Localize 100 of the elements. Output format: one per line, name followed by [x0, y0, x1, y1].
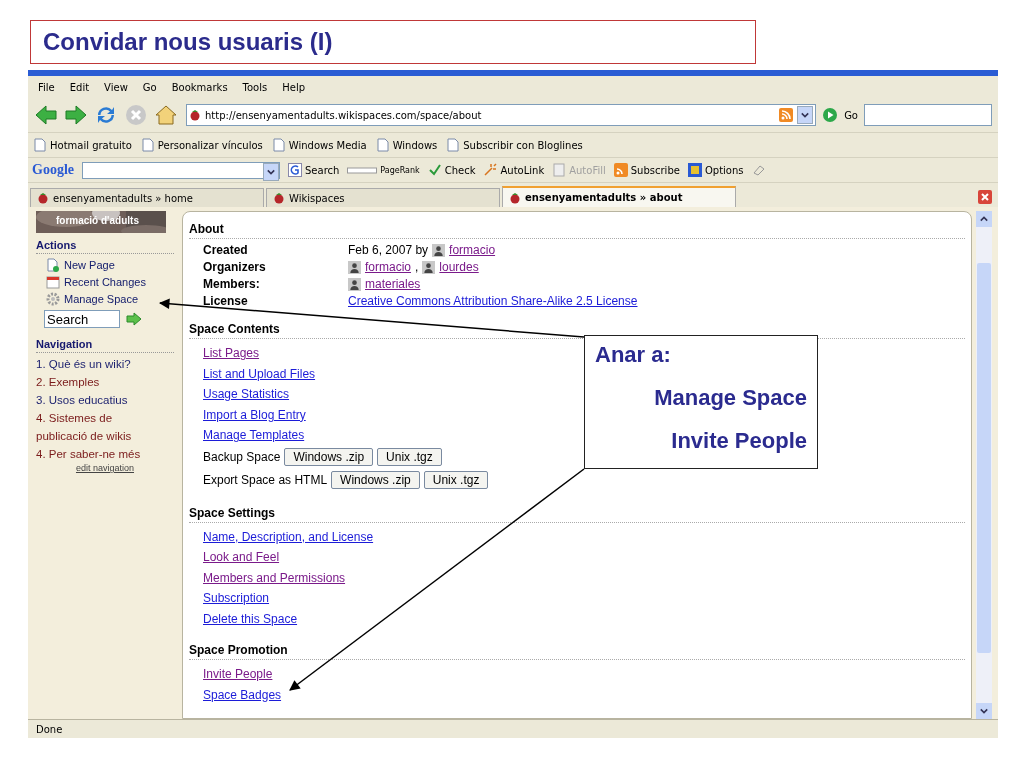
field-label: License — [203, 294, 249, 308]
strawberry-icon — [189, 109, 201, 121]
navigation-link[interactable]: 3. Usos educatius — [36, 391, 174, 409]
user-link[interactable]: lourdes — [439, 260, 479, 274]
menu-item[interactable]: Edit — [69, 81, 90, 93]
settings-link[interactable]: List Pages — [203, 346, 260, 361]
caret-icon — [801, 111, 810, 119]
settings-link[interactable]: Subscription — [203, 591, 270, 606]
callout-text: Invite People — [670, 428, 807, 454]
page-icon — [376, 138, 389, 152]
checkmark-icon — [427, 163, 442, 177]
toolbar-button[interactable]: Subscribe — [613, 163, 680, 177]
toolbar-button[interactable]: Search — [288, 163, 340, 177]
feed-icon[interactable] — [779, 108, 794, 122]
navigation-link[interactable]: 4. Per saber-ne més — [36, 445, 174, 463]
strawberry-icon — [273, 192, 285, 204]
settings-link[interactable]: Invite People — [203, 667, 273, 682]
home-icon[interactable] — [154, 103, 178, 127]
section-heading: Space Settings — [189, 497, 965, 523]
address-field[interactable]: http://ensenyamentadults.wikispaces.com/space/about — [186, 104, 817, 126]
caret-icon[interactable] — [980, 215, 988, 223]
page-icon — [447, 138, 460, 152]
toolbar-button[interactable]: PageRank — [347, 165, 420, 175]
slide-title: Convidar nous usuaris (I) — [30, 20, 756, 64]
menu-item[interactable]: View — [104, 81, 128, 93]
browser-tab[interactable]: ensenyamentadults » home — [30, 188, 264, 207]
user-link[interactable]: formacio — [365, 260, 411, 274]
menu-item[interactable]: Go — [142, 81, 157, 93]
sidebar-heading: Actions — [36, 239, 174, 254]
settings-link[interactable]: Name, Description, and License — [203, 529, 374, 544]
download-button[interactable]: Windows .zip — [284, 448, 374, 466]
eraser-icon[interactable] — [751, 163, 766, 177]
page-icon — [272, 138, 285, 152]
strawberry-icon — [509, 191, 521, 204]
download-button[interactable]: Windows .zip — [331, 471, 420, 489]
settings-link[interactable]: List and Upload Files — [203, 366, 316, 381]
close-icon[interactable] — [978, 190, 992, 204]
forward-icon[interactable] — [64, 103, 88, 127]
settings-link[interactable]: Usage Statistics — [203, 387, 290, 402]
field-label: Organizers — [203, 260, 267, 274]
settings-link[interactable]: Import a Blog Entry — [203, 407, 306, 422]
status-text: Done — [36, 723, 63, 735]
bookmark-item[interactable]: Hotmail gratuito — [34, 138, 132, 152]
settings-link[interactable]: Delete this Space — [203, 611, 298, 626]
bookmark-item[interactable]: Subscribir con Bloglines — [447, 138, 583, 152]
bookmark-item[interactable]: Windows Media — [272, 138, 367, 152]
caret-icon[interactable] — [267, 167, 275, 176]
toolbar-button[interactable]: Check — [427, 163, 476, 177]
sidebar-heading: Navigation — [36, 338, 174, 353]
calendar-icon — [46, 274, 60, 289]
navigation-link[interactable]: 4. Sistemes de publicació de wikis — [36, 409, 174, 445]
menu-item[interactable]: Help — [282, 81, 306, 93]
settings-link[interactable]: Space Badges — [203, 687, 282, 702]
user-icon — [348, 277, 361, 291]
toolbar-button[interactable]: AutoLink — [483, 163, 545, 177]
caret-icon[interactable] — [980, 707, 988, 715]
strawberry-icon — [37, 192, 49, 204]
sidebar-link[interactable]: Manage Space — [64, 292, 138, 305]
page-icon — [34, 138, 46, 152]
go-button[interactable]: Go — [844, 109, 858, 121]
settings-link[interactable]: Look and Feel — [203, 550, 280, 565]
menu-item[interactable]: Tools — [242, 81, 268, 93]
user-icon — [348, 260, 361, 274]
search-field[interactable]: Search — [44, 310, 120, 328]
wand-icon — [483, 163, 498, 177]
field-label: Members: — [203, 277, 261, 291]
bookmark-item[interactable]: Windows — [376, 138, 438, 152]
bookmark-item[interactable]: Personalizar vínculos — [141, 138, 263, 152]
dropdown-button[interactable] — [797, 106, 814, 124]
toolbar-search-field[interactable] — [82, 161, 280, 179]
field-value: Feb 6, 2007 by — [348, 243, 429, 257]
new-page-icon — [46, 257, 60, 272]
back-icon[interactable] — [34, 103, 58, 127]
logo-text: formació d'adults — [56, 215, 139, 226]
sidebar-link[interactable]: Recent Changes — [64, 275, 146, 288]
go-icon[interactable] — [822, 107, 839, 123]
navigation-link[interactable]: 1. Què és un wiki? — [36, 355, 174, 373]
download-button[interactable]: Unix .tgz — [423, 471, 489, 489]
arrow-icon[interactable] — [126, 312, 142, 326]
scrollbar[interactable] — [976, 211, 992, 719]
toolbar-button[interactable]: Options — [687, 163, 744, 177]
settings-link[interactable]: Members and Permissions — [203, 570, 346, 585]
toolbar-logo[interactable]: Google — [32, 162, 74, 178]
download-button[interactable]: Unix .tgz — [377, 448, 442, 466]
sidebar-link[interactable]: New Page — [64, 258, 115, 271]
settings-link[interactable]: Manage Templates — [203, 428, 305, 443]
stop-icon[interactable] — [124, 103, 148, 127]
edit-navigation-link[interactable]: edit navigation — [75, 463, 134, 473]
menu-item[interactable]: Bookmarks — [171, 81, 228, 93]
user-link[interactable]: materiales — [365, 277, 421, 291]
user-link[interactable]: formacio — [449, 243, 496, 257]
browser-tab[interactable]: Wikispaces — [266, 188, 500, 207]
search-field[interactable] — [864, 104, 992, 126]
navigation-link[interactable]: 2. Exemples — [36, 373, 174, 391]
field-value: , — [415, 260, 419, 274]
license-link[interactable]: Creative Commons Attribution Share-Alike 2.5 License — [348, 294, 638, 308]
browser-tab[interactable]: ensenyamentadults » about — [502, 186, 736, 207]
menu-item[interactable]: File — [38, 81, 55, 93]
options-icon — [687, 163, 702, 177]
section-heading: About — [189, 214, 965, 239]
